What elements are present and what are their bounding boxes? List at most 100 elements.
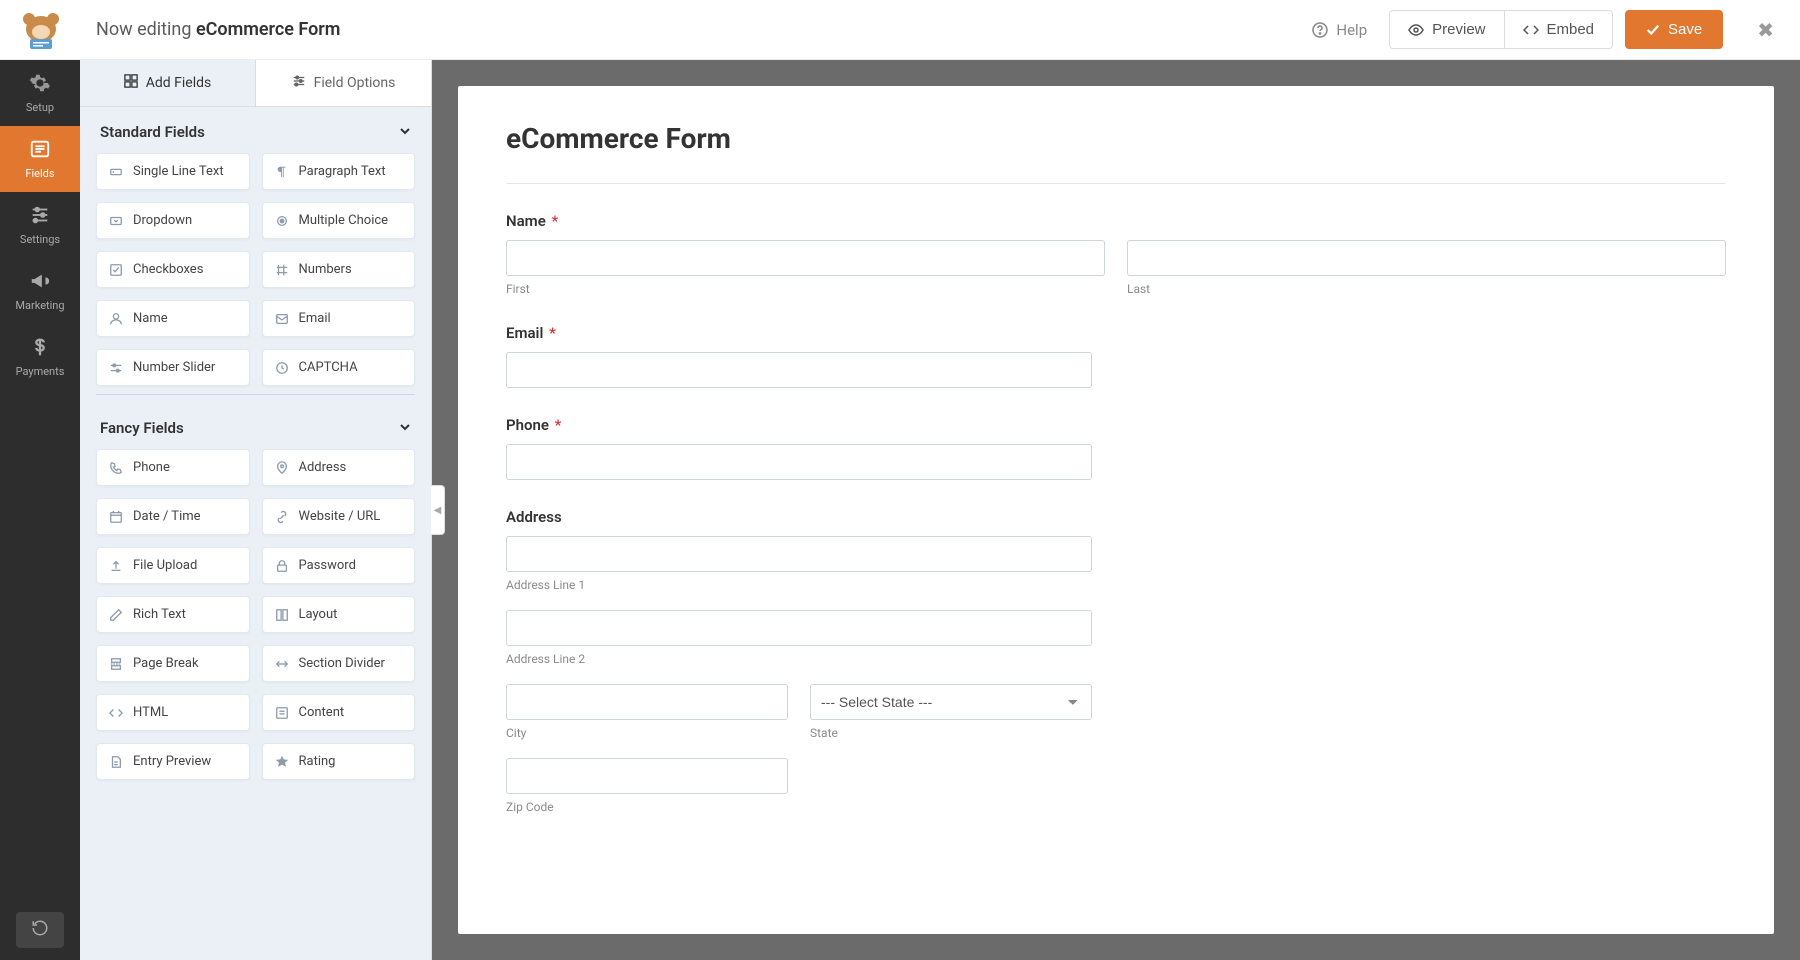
link-icon	[275, 510, 289, 524]
close-button[interactable]: ✖	[1747, 12, 1784, 48]
nav-fields[interactable]: Fields	[0, 126, 80, 192]
app-logo	[16, 9, 66, 51]
field-html[interactable]: HTML	[96, 694, 250, 731]
radio-icon	[275, 214, 289, 228]
field-file-upload[interactable]: File Upload	[96, 547, 250, 584]
last-sublabel: Last	[1127, 282, 1726, 296]
field-multiple-choice[interactable]: Multiple Choice	[262, 202, 416, 239]
field-number-slider[interactable]: Number Slider	[96, 349, 250, 386]
field-date-time[interactable]: Date / Time	[96, 498, 250, 535]
sliders-icon	[29, 204, 51, 229]
document-icon	[109, 755, 123, 769]
field-rating[interactable]: Rating	[262, 743, 416, 780]
editing-label: Now editing eCommerce Form	[96, 19, 340, 40]
field-name[interactable]: Name	[96, 300, 250, 337]
state-sublabel: State	[810, 726, 1092, 740]
field-phone[interactable]: Phone	[96, 449, 250, 486]
field-dropdown[interactable]: Dropdown	[96, 202, 250, 239]
field-numbers[interactable]: Numbers	[262, 251, 416, 288]
embed-button[interactable]: Embed	[1504, 10, 1614, 49]
addr1-sublabel: Address Line 1	[506, 578, 1092, 592]
name-label: Name *	[506, 212, 1726, 230]
gear-icon	[29, 72, 51, 97]
field-section-divider[interactable]: Section Divider	[262, 645, 416, 682]
calendar-icon	[109, 510, 123, 524]
list-icon	[29, 138, 51, 163]
user-icon	[109, 312, 123, 326]
undo-button[interactable]	[16, 912, 64, 948]
field-single-line-text[interactable]: Single Line Text	[96, 153, 250, 190]
phone-input[interactable]	[506, 444, 1092, 480]
top-bar: Now editing eCommerce Form Help Preview …	[0, 0, 1800, 60]
tab-field-options[interactable]: Field Options	[256, 60, 431, 106]
city-sublabel: City	[506, 726, 788, 740]
field-address[interactable]: Address	[262, 449, 416, 486]
grid-icon	[124, 74, 138, 92]
field-captcha[interactable]: CAPTCHA	[262, 349, 416, 386]
dropdown-icon	[109, 214, 123, 228]
check-icon	[1646, 23, 1660, 37]
collapse-sidebar-button[interactable]: ◀	[431, 485, 445, 535]
checkbox-icon	[109, 263, 123, 277]
first-name-input[interactable]	[506, 240, 1105, 276]
text-icon	[109, 165, 123, 179]
close-icon: ✖	[1757, 18, 1774, 42]
address-line2-input[interactable]	[506, 610, 1092, 646]
field-page-break[interactable]: Page Break	[96, 645, 250, 682]
state-select[interactable]: --- Select State ---	[810, 684, 1092, 720]
addr2-sublabel: Address Line 2	[506, 652, 1092, 666]
tab-add-fields[interactable]: Add Fields	[80, 60, 256, 106]
chevron-left-icon: ◀	[434, 505, 442, 516]
last-name-input[interactable]	[1127, 240, 1726, 276]
left-nav: Setup Fields Settings Marketing Payments	[0, 60, 80, 960]
address-label: Address	[506, 508, 1726, 526]
field-password[interactable]: Password	[262, 547, 416, 584]
divider-icon	[275, 657, 289, 671]
preview-button[interactable]: Preview	[1389, 10, 1503, 49]
sliders-icon	[292, 74, 306, 92]
address-line1-input[interactable]	[506, 536, 1092, 572]
form-field-name[interactable]: Name * First Last	[506, 212, 1726, 296]
field-email[interactable]: Email	[262, 300, 416, 337]
zip-input[interactable]	[506, 758, 788, 794]
form-title: eCommerce Form	[506, 122, 1726, 184]
city-input[interactable]	[506, 684, 788, 720]
first-sublabel: First	[506, 282, 1105, 296]
pin-icon	[275, 461, 289, 475]
fancy-fields-header[interactable]: Fancy Fields	[96, 403, 415, 449]
code-icon	[109, 706, 123, 720]
field-paragraph-text[interactable]: Paragraph Text	[262, 153, 416, 190]
email-input[interactable]	[506, 352, 1092, 388]
undo-icon	[31, 919, 49, 941]
code-icon	[1523, 22, 1539, 38]
shield-icon	[275, 361, 289, 375]
page-break-icon	[109, 657, 123, 671]
save-button[interactable]: Save	[1625, 10, 1723, 49]
standard-fields-header[interactable]: Standard Fields	[96, 107, 415, 153]
field-entry-preview[interactable]: Entry Preview	[96, 743, 250, 780]
field-website[interactable]: Website / URL	[262, 498, 416, 535]
nav-payments[interactable]: Payments	[0, 324, 80, 390]
field-layout[interactable]: Layout	[262, 596, 416, 633]
help-icon	[1312, 22, 1328, 38]
form-field-email[interactable]: Email *	[506, 324, 1726, 388]
slider-icon	[109, 361, 123, 375]
field-content[interactable]: Content	[262, 694, 416, 731]
field-checkboxes[interactable]: Checkboxes	[96, 251, 250, 288]
bear-logo-icon	[16, 9, 66, 51]
nav-settings[interactable]: Settings	[0, 192, 80, 258]
form-field-phone[interactable]: Phone *	[506, 416, 1726, 480]
chevron-down-icon	[399, 123, 411, 141]
content-icon	[275, 706, 289, 720]
phone-icon	[109, 461, 123, 475]
hash-icon	[275, 263, 289, 277]
form-surface[interactable]: eCommerce Form Name * First Last Email *	[458, 86, 1774, 934]
form-field-address[interactable]: Address Address Line 1 Address Line 2 Ci…	[506, 508, 1726, 814]
help-link[interactable]: Help	[1302, 21, 1377, 39]
star-icon	[275, 755, 289, 769]
fields-sidebar: Add Fields Field Options Standard Fields…	[80, 60, 432, 960]
nav-marketing[interactable]: Marketing	[0, 258, 80, 324]
envelope-icon	[275, 312, 289, 326]
field-rich-text[interactable]: Rich Text	[96, 596, 250, 633]
nav-setup[interactable]: Setup	[0, 60, 80, 126]
